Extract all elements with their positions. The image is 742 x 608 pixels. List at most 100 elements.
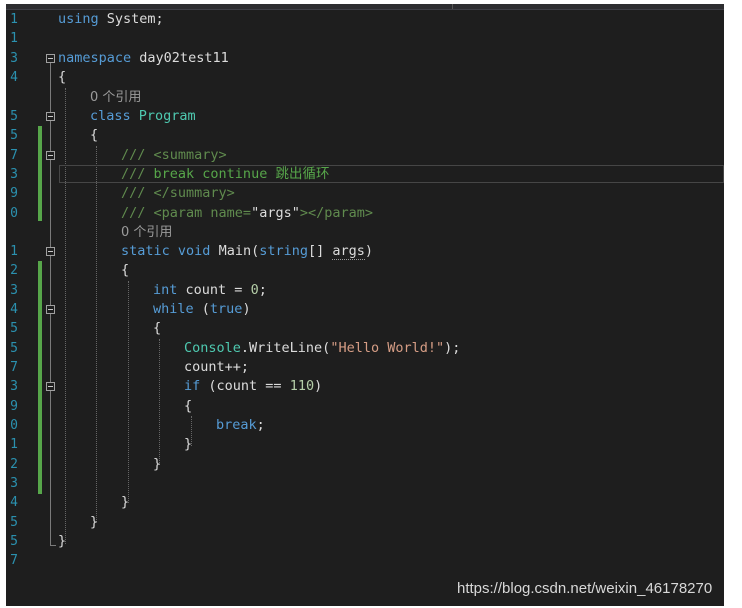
watermark: https://blog.csdn.net/weixin_46178270 <box>457 580 713 597</box>
keyword: break <box>216 417 257 433</box>
navigation-bar-separator <box>452 4 453 9</box>
identifier: day02test11 <box>139 50 229 66</box>
codelens-references[interactable]: 0 个引用 <box>121 223 172 242</box>
line-number: 3 <box>10 379 18 394</box>
keyword: int <box>153 282 178 298</box>
doc-tag: <summary> <box>153 147 227 163</box>
indent-guide <box>159 339 160 465</box>
code-line[interactable]: /// break continue 跳出循环 <box>121 165 329 184</box>
line-number: 2 <box>10 263 18 278</box>
indent-guide <box>65 88 66 544</box>
collapse-class-icon[interactable] <box>46 112 55 121</box>
line-number: 4 <box>10 302 18 317</box>
code-line[interactable]: } <box>184 435 192 454</box>
code-line[interactable]: /// </summary> <box>121 184 235 203</box>
collapse-method-icon[interactable] <box>46 247 55 256</box>
identifier: System; <box>106 11 164 27</box>
line-number: 5 <box>10 341 18 356</box>
line-number: 3 <box>10 283 18 298</box>
code-line[interactable]: if (count == 110) <box>184 377 322 396</box>
punctuation: { <box>153 320 162 336</box>
code-line[interactable]: /// <param name="args"></param> <box>121 204 373 223</box>
code-line[interactable]: { <box>153 319 161 338</box>
line-number: 5 <box>10 109 18 124</box>
keyword: class <box>90 108 131 124</box>
code-line[interactable]: } <box>58 532 66 551</box>
punctuation: ) <box>242 301 251 317</box>
punctuation: { <box>121 262 130 278</box>
code-line[interactable]: { <box>184 397 192 416</box>
punctuation: } <box>184 436 193 452</box>
doc-comment-text: break continue 跳出循环 <box>153 166 330 182</box>
code-line[interactable]: while (true) <box>153 300 251 319</box>
punctuation: ) <box>314 378 323 394</box>
line-number: 3 <box>10 476 18 491</box>
code-line[interactable]: class Program <box>90 107 196 126</box>
code-line[interactable]: } <box>90 513 98 532</box>
code-line[interactable]: static void Main(string[] args) <box>121 242 373 261</box>
line-number: 7 <box>10 360 18 375</box>
code-editor[interactable]: 1 1 3 4 5 5 7 3 9 0 1 2 3 4 5 5 7 3 9 0 … <box>6 4 724 606</box>
collapse-comment-icon[interactable] <box>46 151 55 160</box>
keyword: true <box>209 301 243 317</box>
code-line[interactable]: { <box>121 261 129 280</box>
codelens-references[interactable]: 0 个引用 <box>90 88 141 107</box>
collapse-if-icon[interactable] <box>46 382 55 391</box>
indent-guide <box>96 146 97 522</box>
collapse-while-icon[interactable] <box>46 305 55 314</box>
doc-comment-slashes: /// <box>121 205 146 221</box>
method-call: .WriteLine( <box>240 340 331 356</box>
number-literal: 0 <box>250 282 259 298</box>
type-name: Console <box>184 340 241 356</box>
line-number: 3 <box>10 167 18 182</box>
line-number: 1 <box>10 244 18 259</box>
punctuation: ) <box>364 243 374 259</box>
number-literal: 110 <box>289 378 315 394</box>
collapse-namespace-icon[interactable] <box>46 54 55 63</box>
punctuation: } <box>121 494 130 510</box>
identifier: count++; <box>184 359 250 375</box>
doc-comment-slashes: /// <box>121 185 146 201</box>
code-line[interactable]: Console.WriteLine("Hello World!"); <box>184 339 460 358</box>
string-literal: "Hello World!" <box>330 340 445 356</box>
code-line[interactable]: } <box>153 455 161 474</box>
type-name: Program <box>138 108 196 124</box>
line-number: 2 <box>10 457 18 472</box>
line-number: 7 <box>10 148 18 163</box>
keyword: using <box>58 11 99 27</box>
punctuation: ; <box>256 417 265 433</box>
change-indicator-bar <box>38 261 42 494</box>
line-number: 1 <box>10 31 18 46</box>
code-line[interactable]: using System; <box>58 10 164 29</box>
line-number: 4 <box>10 70 18 85</box>
method-name: Main( <box>218 243 260 259</box>
doc-tag: </summary> <box>153 185 235 201</box>
doc-comment-slashes: /// <box>121 166 146 182</box>
line-number: 4 <box>10 495 18 510</box>
keyword: static <box>121 243 170 259</box>
code-line[interactable]: break; <box>216 416 265 435</box>
punctuation: ; <box>258 282 267 298</box>
code-line[interactable]: /// <summary> <box>121 146 227 165</box>
keyword: void <box>177 243 211 259</box>
punctuation: [] <box>308 243 333 259</box>
identifier: (count == <box>208 378 290 394</box>
keyword: if <box>184 378 201 394</box>
doc-comment-slashes: /// <box>121 147 146 163</box>
code-line[interactable]: { <box>58 68 66 87</box>
outline-end <box>50 545 56 546</box>
code-line[interactable]: namespace day02test11 <box>58 49 229 68</box>
line-number: 1 <box>10 12 18 27</box>
punctuation: } <box>90 514 99 530</box>
keyword: namespace <box>58 50 132 66</box>
code-line[interactable]: { <box>90 126 98 145</box>
code-line[interactable]: int count = 0; <box>153 281 267 300</box>
punctuation: { <box>184 398 193 414</box>
code-line[interactable]: } <box>121 493 129 512</box>
code-line[interactable]: count++; <box>184 358 249 377</box>
line-number: 9 <box>10 399 18 414</box>
line-number: 7 <box>10 553 18 568</box>
line-number: 0 <box>10 418 18 433</box>
line-number: 5 <box>10 515 18 530</box>
keyword: string <box>259 243 308 259</box>
